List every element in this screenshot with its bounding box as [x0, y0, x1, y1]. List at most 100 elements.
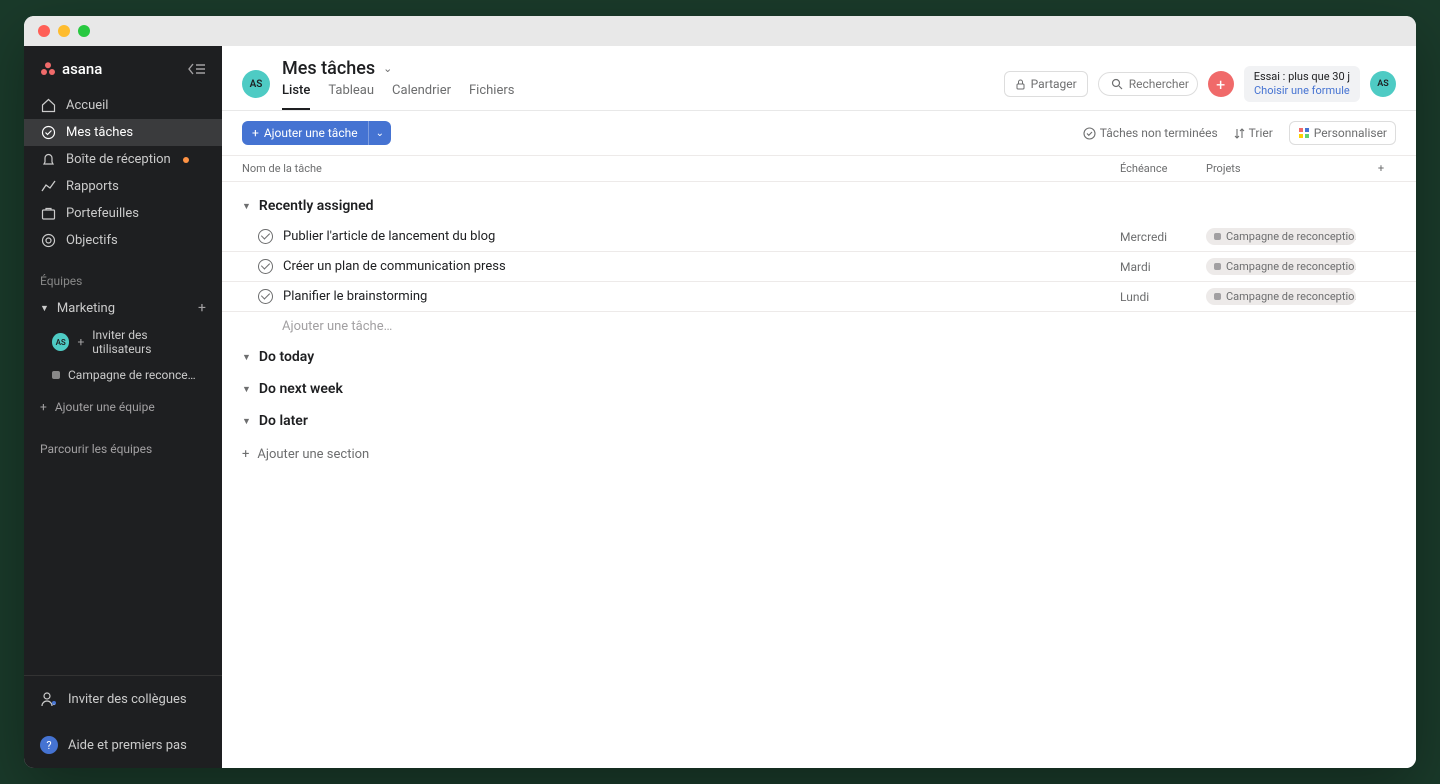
- task-row[interactable]: Créer un plan de communication press Mar…: [222, 252, 1416, 282]
- sidebar-item-label: Accueil: [66, 98, 108, 113]
- project-color-icon: [52, 371, 60, 379]
- svg-text:+: +: [53, 702, 55, 706]
- search-icon: [1111, 78, 1123, 90]
- check-circle-icon: [1083, 127, 1096, 140]
- sort-icon: [1234, 128, 1245, 139]
- global-add-button[interactable]: +: [1208, 71, 1234, 97]
- invite-users-label: Inviter des utilisateurs: [92, 328, 206, 356]
- task-name[interactable]: Créer un plan de communication press: [283, 259, 1120, 274]
- plus-icon: +: [40, 400, 47, 414]
- task-name[interactable]: Planifier le brainstorming: [283, 289, 1120, 304]
- task-due-date[interactable]: Lundi: [1120, 290, 1206, 304]
- sidebar-item-label: Objectifs: [66, 233, 118, 248]
- sort-button[interactable]: Trier: [1234, 126, 1273, 140]
- team-marketing[interactable]: ▼ Marketing +: [24, 294, 222, 322]
- sidebar-item-my-tasks[interactable]: Mes tâches: [24, 119, 222, 146]
- sidebar-top: asana: [24, 46, 222, 88]
- trial-line2: Choisir une formule: [1254, 84, 1350, 98]
- add-section-label: Ajouter une section: [257, 447, 369, 462]
- caret-down-icon: ▼: [242, 416, 251, 427]
- add-column-button[interactable]: +: [1366, 162, 1396, 175]
- sidebar-item-goals[interactable]: Objectifs: [24, 227, 222, 254]
- task-row[interactable]: Publier l'article de lancement du blog M…: [222, 222, 1416, 252]
- task-project[interactable]: Campagne de reconceptio…: [1206, 258, 1366, 275]
- task-due-date[interactable]: Mercredi: [1120, 230, 1206, 244]
- sidebar-footer: + Inviter des collègues ? Aide et premie…: [24, 675, 222, 768]
- browse-teams-link[interactable]: Parcourir les équipes: [24, 426, 222, 472]
- section-do-today[interactable]: ▼ Do today: [222, 341, 1416, 373]
- section-title: Recently assigned: [259, 198, 374, 214]
- customize-label: Personnaliser: [1314, 126, 1387, 140]
- add-team-button[interactable]: + Ajouter une équipe: [24, 388, 222, 426]
- complete-task-button[interactable]: [258, 229, 273, 244]
- column-headers: Nom de la tâche Échéance Projets +: [222, 155, 1416, 182]
- brand-logo[interactable]: asana: [40, 60, 102, 78]
- search-box[interactable]: [1098, 72, 1198, 96]
- project-label: Campagne de reconce…: [68, 368, 196, 382]
- task-project[interactable]: Campagne de reconceptio…: [1206, 288, 1366, 305]
- sidebar-item-reports[interactable]: Rapports: [24, 173, 222, 200]
- sidebar-item-home[interactable]: Accueil: [24, 92, 222, 119]
- invite-users-link[interactable]: AS + Inviter des utilisateurs: [24, 322, 222, 362]
- add-project-button[interactable]: +: [198, 300, 206, 316]
- sidebar-project-item[interactable]: Campagne de reconce…: [24, 362, 222, 388]
- sidebar-item-portfolios[interactable]: Portefeuilles: [24, 200, 222, 227]
- task-name[interactable]: Publier l'article de lancement du blog: [283, 229, 1120, 244]
- add-task-dropdown-button[interactable]: ⌄: [368, 121, 391, 145]
- project-pill-label: Campagne de reconceptio…: [1226, 230, 1356, 243]
- maximize-window-button[interactable]: [78, 25, 90, 37]
- tab-list[interactable]: Liste: [282, 83, 310, 110]
- section-title: Do today: [259, 349, 314, 365]
- complete-task-button[interactable]: [258, 259, 273, 274]
- avatar-icon: AS: [52, 333, 69, 351]
- share-button[interactable]: Partager: [1004, 71, 1088, 97]
- collapse-sidebar-button[interactable]: [188, 63, 206, 75]
- project-color-icon: [1214, 263, 1221, 270]
- caret-down-icon: ▼: [242, 384, 251, 395]
- section-do-later[interactable]: ▼ Do later: [222, 405, 1416, 437]
- help-icon: ?: [40, 736, 58, 754]
- main-content: AS Mes tâches ⌄ Liste Tableau Calendrier…: [222, 46, 1416, 768]
- project-color-icon: [1214, 233, 1221, 240]
- section-title: Do next week: [259, 381, 343, 397]
- share-label: Partager: [1031, 77, 1077, 91]
- search-input[interactable]: [1129, 77, 1189, 91]
- close-window-button[interactable]: [38, 25, 50, 37]
- lock-icon: [1015, 79, 1026, 90]
- tab-files[interactable]: Fichiers: [469, 83, 514, 110]
- toolbar: + Ajouter une tâche ⌄ Tâches non terminé…: [222, 111, 1416, 155]
- task-row[interactable]: Planifier le brainstorming Lundi Campagn…: [222, 282, 1416, 312]
- minimize-window-button[interactable]: [58, 25, 70, 37]
- caret-down-icon: ▼: [242, 352, 251, 363]
- add-task-button[interactable]: + Ajouter une tâche: [242, 121, 368, 145]
- add-task-label: Ajouter une tâche: [264, 126, 358, 140]
- sidebar-item-inbox[interactable]: Boîte de réception: [24, 146, 222, 173]
- task-project[interactable]: Campagne de reconceptio…: [1206, 228, 1366, 245]
- section-do-next-week[interactable]: ▼ Do next week: [222, 373, 1416, 405]
- task-due-date[interactable]: Mardi: [1120, 260, 1206, 274]
- col-projects: Projets: [1206, 162, 1366, 175]
- project-pill-label: Campagne de reconceptio…: [1226, 290, 1356, 303]
- invite-colleagues-button[interactable]: + Inviter des collègues: [24, 676, 222, 722]
- notification-dot-icon: [183, 157, 189, 163]
- tab-board[interactable]: Tableau: [328, 83, 374, 110]
- title-dropdown-button[interactable]: ⌄: [383, 62, 392, 75]
- sidebar-item-label: Rapports: [66, 179, 119, 194]
- caret-down-icon: ▼: [40, 303, 49, 314]
- brand-name: asana: [62, 60, 102, 78]
- customize-button[interactable]: Personnaliser: [1289, 121, 1396, 145]
- filter-incomplete-button[interactable]: Tâches non terminées: [1083, 126, 1218, 140]
- chart-icon: [40, 179, 56, 194]
- add-section-button[interactable]: + Ajouter une section: [222, 437, 1416, 472]
- teams-section-label: Équipes: [24, 258, 222, 294]
- customize-icon: [1298, 127, 1310, 139]
- user-menu-button[interactable]: AS: [1370, 71, 1396, 97]
- trial-info-button[interactable]: Essai : plus que 30 j Choisir une formul…: [1244, 66, 1360, 103]
- help-button[interactable]: ? Aide et premiers pas: [24, 722, 222, 768]
- sidebar-item-label: Mes tâches: [66, 125, 133, 140]
- add-task-inline[interactable]: Ajouter une tâche…: [222, 312, 1416, 341]
- section-recently-assigned[interactable]: ▼ Recently assigned: [222, 190, 1416, 222]
- tab-calendar[interactable]: Calendrier: [392, 83, 451, 110]
- complete-task-button[interactable]: [258, 289, 273, 304]
- home-icon: [40, 98, 56, 113]
